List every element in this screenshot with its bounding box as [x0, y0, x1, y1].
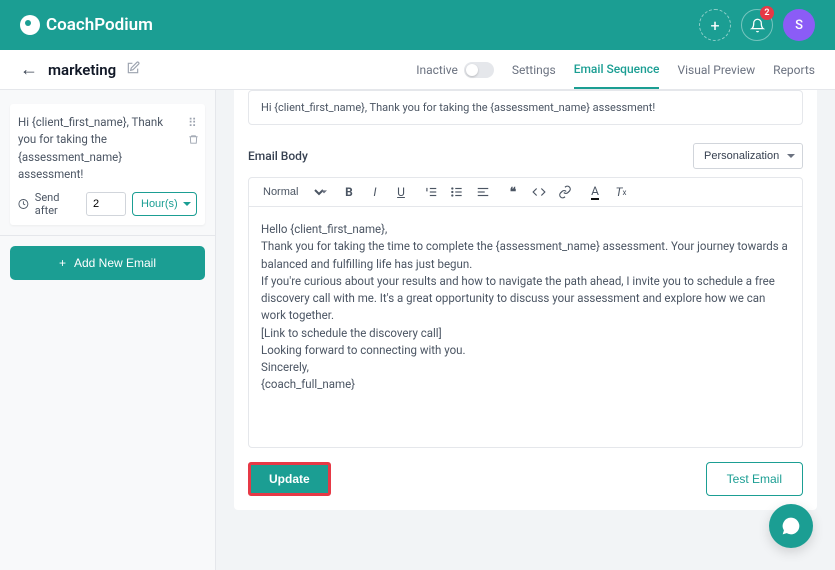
add-new-email-button[interactable]: + Add New Email [10, 246, 205, 280]
tab-visual-preview[interactable]: Visual Preview [677, 52, 755, 88]
format-style-select[interactable]: Normal [259, 185, 327, 199]
body-line: [Link to schedule the discovery call] [261, 325, 790, 342]
send-after-label: Send after [35, 191, 80, 217]
active-toggle[interactable] [464, 62, 494, 78]
email-card-title: Hi {client_first_name}, Thank you for ta… [18, 114, 197, 183]
inactive-label: Inactive [416, 63, 458, 77]
body-line: {coach_full_name} [261, 376, 790, 393]
tab-reports[interactable]: Reports [773, 52, 815, 88]
body-line: Thank you for taking the time to complet… [261, 238, 790, 273]
page-header: ← marketing Inactive Settings Email Sequ… [0, 50, 835, 90]
plus-icon: + [59, 256, 66, 270]
page-title: marketing [48, 61, 116, 79]
email-body-textarea[interactable]: Hello {client_first_name}, Thank you for… [249, 207, 802, 447]
notifications-button[interactable]: 2 [741, 9, 773, 41]
add-button-label: Add New Email [74, 256, 156, 270]
email-card[interactable]: Hi {client_first_name}, Thank you for ta… [10, 104, 205, 225]
link-button[interactable] [557, 184, 573, 200]
clock-icon [18, 198, 29, 210]
quote-button[interactable]: ❝ [505, 184, 521, 200]
align-button[interactable] [475, 184, 491, 200]
main-area: Hi {client_first_name}, Thank you for ta… [216, 90, 835, 570]
logo-icon [20, 15, 40, 35]
back-arrow-icon[interactable]: ← [20, 59, 38, 80]
notification-badge: 2 [760, 6, 774, 20]
add-button[interactable]: + [699, 9, 731, 41]
editor-toolbar: Normal B I U ❝ [249, 178, 802, 207]
bell-icon [750, 18, 765, 33]
avatar[interactable]: S [783, 9, 815, 41]
topbar: CoachPodium + 2 S [0, 0, 835, 50]
code-button[interactable] [531, 184, 547, 200]
test-email-button[interactable]: Test Email [706, 462, 803, 496]
send-after-unit-select[interactable]: Hour(s) [132, 192, 197, 216]
text-color-button[interactable]: A [587, 184, 603, 200]
drag-handle-icon[interactable]: ⠿ [188, 116, 199, 130]
update-button[interactable]: Update [248, 462, 331, 496]
personalization-select[interactable]: Personalization [693, 143, 803, 169]
email-body-label: Email Body [248, 149, 308, 163]
sidebar: Hi {client_first_name}, Thank you for ta… [0, 90, 216, 570]
underline-button[interactable]: U [393, 184, 409, 200]
body-line: Looking forward to connecting with you. [261, 342, 790, 359]
subject-preview[interactable]: Hi {client_first_name}, Thank you for ta… [248, 90, 803, 125]
italic-button[interactable]: I [367, 184, 383, 200]
bold-button[interactable]: B [341, 184, 357, 200]
tab-settings[interactable]: Settings [512, 52, 556, 88]
brand-name: CoachPodium [46, 15, 153, 35]
clear-format-button[interactable]: Tx [613, 184, 629, 200]
edit-icon[interactable] [126, 60, 140, 79]
rich-text-editor: Normal B I U ❝ [248, 177, 803, 448]
body-line: If you're curious about your results and… [261, 273, 790, 325]
unordered-list-button[interactable] [449, 184, 465, 200]
body-line: Sincerely, [261, 359, 790, 376]
delete-icon[interactable] [188, 134, 199, 148]
divider [0, 235, 215, 236]
tab-email-sequence[interactable]: Email Sequence [574, 51, 660, 89]
brand-logo[interactable]: CoachPodium [20, 15, 153, 35]
ordered-list-button[interactable] [423, 184, 439, 200]
help-fab[interactable] [769, 504, 813, 548]
send-after-input[interactable] [86, 192, 126, 216]
body-line: Hello {client_first_name}, [261, 221, 790, 238]
chat-icon [781, 516, 801, 536]
